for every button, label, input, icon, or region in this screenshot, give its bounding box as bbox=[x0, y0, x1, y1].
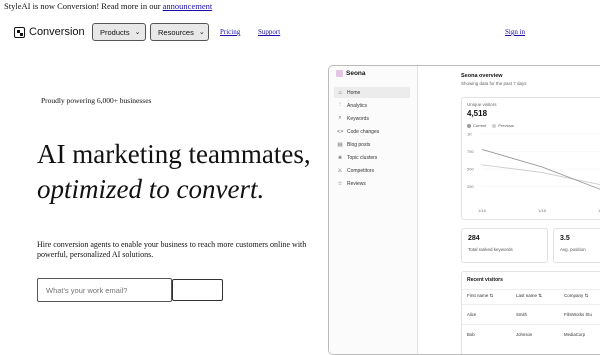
code-icon: <> bbox=[337, 128, 344, 135]
work-email-input[interactable] bbox=[37, 278, 172, 302]
table-cell: Bob bbox=[467, 332, 475, 337]
app-main: Seona overview Showing data for the past… bbox=[418, 66, 600, 354]
keywords-stat-label: Total ranked keywords bbox=[468, 247, 513, 252]
table-cell: Smith bbox=[516, 312, 527, 317]
recent-visitors-title: Recent visitors bbox=[467, 277, 503, 283]
col-first-name[interactable]: First name ⇅ bbox=[467, 293, 493, 299]
unique-visitors-label: Unique visitors bbox=[467, 102, 497, 107]
legend-previous: Previous bbox=[492, 123, 514, 128]
overview-subtitle: Showing data for the past 7 days bbox=[461, 81, 527, 86]
signin-link[interactable]: Sign in bbox=[505, 28, 525, 36]
x-tick-label: 1/18 bbox=[538, 208, 547, 213]
sidebar-item-label: Keywords bbox=[347, 115, 369, 122]
sort-icon: ⇅ bbox=[489, 293, 494, 298]
app-brand-name: Seona bbox=[346, 70, 366, 77]
sidebar-item-label: Blog posts bbox=[347, 141, 371, 148]
chevron-down-icon: ⌄ bbox=[134, 29, 141, 36]
sidebar-item-code-changes[interactable]: <> Code changes bbox=[334, 126, 410, 137]
products-menu-button[interactable]: Products ⌄ bbox=[92, 23, 146, 41]
table-cell: FilmWorks Stu bbox=[564, 312, 592, 317]
y-tick-label: 750 bbox=[467, 149, 474, 154]
table-cell: Alice bbox=[467, 312, 477, 317]
keywords-stat-card: 284 Total ranked keywords bbox=[461, 228, 548, 263]
unique-visitors-value: 4,518 bbox=[467, 109, 488, 118]
sidebar-item-label: Code changes bbox=[347, 128, 380, 135]
sidebar-item-label: Home bbox=[347, 89, 361, 96]
pricing-link[interactable]: Pricing bbox=[220, 28, 240, 36]
conversion-logo-icon bbox=[14, 26, 25, 38]
reviews-icon: ☆ bbox=[337, 180, 343, 187]
legend-current: Current bbox=[467, 123, 486, 128]
banner-text: StyleAI is now Conversion! Read more in … bbox=[4, 1, 163, 11]
home-icon: ⌂ bbox=[338, 89, 342, 96]
sidebar-item-topic-clusters[interactable]: ⋇ Topic clusters bbox=[334, 152, 410, 163]
app-brand: Seona bbox=[336, 70, 366, 77]
support-link[interactable]: Support bbox=[258, 28, 280, 36]
x-tick-label: 1/16 bbox=[478, 208, 487, 213]
announcement-link[interactable]: announcement bbox=[163, 1, 213, 11]
sidebar-item-home[interactable]: ⌂ Home bbox=[334, 87, 410, 98]
products-label: Products bbox=[100, 27, 130, 37]
submit-email-button[interactable] bbox=[172, 279, 223, 301]
table-cell: Johnson bbox=[516, 332, 533, 337]
y-tick-label: 250 bbox=[467, 184, 474, 189]
topic-icon: ⋇ bbox=[337, 154, 343, 161]
visitors-line-chart: 1K7505002501/161/181/20 bbox=[467, 132, 600, 213]
resources-menu-button[interactable]: Resources ⌄ bbox=[150, 23, 209, 41]
brand-name: Conversion bbox=[29, 26, 85, 38]
hero-headline: AI marketing teammates, bbox=[37, 139, 311, 169]
app-preview: Seona ⌂ Home ⫶ Analytics ⌕ Keywords <> Code cha… bbox=[328, 65, 600, 355]
position-stat-label: Avg. position bbox=[560, 247, 586, 252]
resources-label: Resources bbox=[158, 27, 194, 37]
visitors-chart-card: Unique visitors 4,518 Current Previous 1… bbox=[461, 97, 600, 220]
position-stat-card: 3.5 Avg. position bbox=[553, 228, 600, 263]
position-stat-value: 3.5 bbox=[560, 235, 570, 242]
announcement-banner: StyleAI is now Conversion! Read more in … bbox=[4, 1, 212, 11]
series-line-current bbox=[481, 148, 600, 190]
sidebar-item-blog-posts[interactable]: ▤ Blog posts bbox=[334, 139, 410, 150]
chevron-down-icon: ⌄ bbox=[198, 29, 205, 36]
table-cell: MediaCorp bbox=[564, 332, 586, 337]
hero-tagline: Proudly powering 6,000+ businesses bbox=[41, 96, 152, 105]
competitors-icon: ⚔ bbox=[337, 167, 343, 174]
top-nav: Conversion Products ⌄ Resources ⌄ Pricin… bbox=[0, 22, 600, 44]
overview-title: Seona overview bbox=[461, 73, 503, 79]
brand-logo[interactable]: Conversion bbox=[14, 26, 85, 38]
y-tick-label: 1K bbox=[467, 132, 472, 137]
seona-logo-icon bbox=[336, 70, 343, 77]
col-company[interactable]: Company ⇅ bbox=[564, 293, 588, 299]
y-tick-label: 500 bbox=[467, 167, 474, 172]
hero-headline-italic: optimized to convert. bbox=[37, 174, 265, 204]
sidebar-item-keywords[interactable]: ⌕ Keywords bbox=[334, 113, 410, 124]
sidebar-item-competitors[interactable]: ⚔ Competitors bbox=[334, 165, 410, 176]
sort-icon: ⇅ bbox=[538, 293, 543, 298]
sidebar-item-label: Topic clusters bbox=[347, 154, 378, 161]
sidebar-item-reviews[interactable]: ☆ Reviews bbox=[334, 178, 410, 189]
sidebar-item-analytics[interactable]: ⫶ Analytics bbox=[334, 100, 410, 111]
recent-visitors-card: Recent visitors First name ⇅ Last name ⇅… bbox=[461, 271, 600, 354]
keywords-icon: ⌕ bbox=[338, 115, 342, 121]
hero-subtitle: Hire conversion agents to enable your bu… bbox=[37, 240, 307, 259]
keywords-stat-value: 284 bbox=[468, 235, 480, 242]
chart-legend: Current Previous bbox=[467, 123, 514, 128]
col-last-name[interactable]: Last name ⇅ bbox=[516, 293, 542, 299]
sort-icon: ⇅ bbox=[584, 293, 589, 298]
blog-icon: ▤ bbox=[337, 141, 343, 148]
sidebar-item-label: Competitors bbox=[347, 167, 374, 174]
analytics-icon: ⫶ bbox=[339, 102, 341, 108]
app-sidebar: Seona ⌂ Home ⫶ Analytics ⌕ Keywords <> Code cha… bbox=[329, 66, 418, 354]
sidebar-item-label: Analytics bbox=[347, 102, 368, 109]
sidebar-item-label: Reviews bbox=[347, 180, 366, 187]
